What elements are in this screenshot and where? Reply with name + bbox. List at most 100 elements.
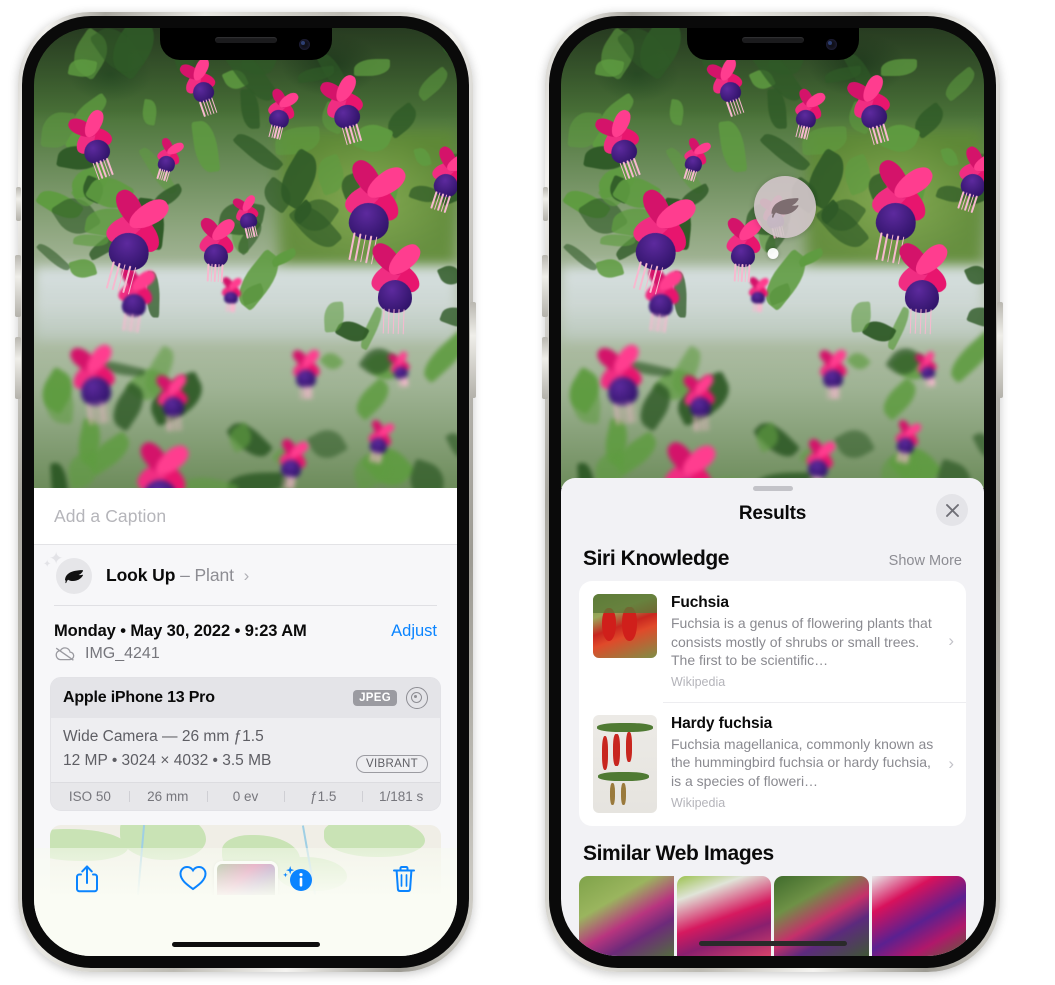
- leaf-icon: [771, 198, 799, 218]
- front-camera-icon: [298, 39, 310, 50]
- volume-up-button-right[interactable]: [542, 255, 548, 317]
- photo-fuchsia-flower: [289, 347, 324, 401]
- knowledge-thumbnail: [593, 714, 657, 813]
- photo-fuchsia-flower: [387, 350, 416, 390]
- photo-viewer-left[interactable]: [34, 28, 457, 488]
- flower-stamen: [832, 385, 835, 400]
- icloud-slash-icon: [55, 647, 75, 661]
- flower-stamen: [744, 264, 747, 282]
- photo-leaf: [436, 261, 457, 288]
- photo-filename: IMG_4241: [85, 645, 160, 662]
- share-icon: [75, 865, 98, 893]
- photo-leaf: [965, 303, 984, 333]
- show-more-button[interactable]: Show More: [889, 553, 962, 569]
- siri-knowledge-title: Siri Knowledge: [583, 547, 730, 570]
- power-button-left[interactable]: [470, 302, 476, 398]
- flower-stamen: [397, 308, 400, 334]
- knowledge-body: Hardy fuchsia Fuchsia magellanica, common…: [671, 715, 952, 813]
- photo-fuchsia-flower: [65, 340, 127, 429]
- flower-stamen: [623, 402, 628, 424]
- flower-stamen: [206, 263, 210, 282]
- flower-corolla: [904, 279, 940, 314]
- notch-right: [686, 28, 859, 60]
- knowledge-row[interactable]: Hardy fuchsia Fuchsia magellanica, common…: [579, 701, 966, 826]
- exif-device-name: Apple iPhone 13 Pro: [63, 689, 215, 706]
- flower-stamen: [173, 414, 176, 431]
- photo-fuchsia-flower: [177, 55, 230, 122]
- flower-stamen: [382, 308, 385, 334]
- favorite-button[interactable]: [140, 864, 246, 892]
- volume-down-button-right[interactable]: [542, 337, 548, 399]
- siri-knowledge-header: Siri Knowledge Show More: [561, 537, 984, 581]
- look-up-row[interactable]: ✦ ✦ Look Up – Plant ›: [34, 545, 457, 605]
- home-indicator[interactable]: [698, 941, 847, 946]
- power-button-right[interactable]: [997, 302, 1003, 398]
- photo-leaf: [354, 58, 391, 77]
- exif-stat-1: 26 mm: [128, 789, 207, 804]
- flower-stamen: [737, 263, 740, 282]
- photo-toolbar: [34, 848, 457, 956]
- exif-card[interactable]: Apple iPhone 13 Pro JPEG Wide Camera — 2…: [50, 677, 441, 812]
- caption-row[interactable]: Add a Caption: [34, 488, 457, 545]
- photo-leaf: [455, 372, 457, 435]
- flower-stamen: [694, 415, 697, 431]
- photo-leaf: [562, 240, 599, 275]
- web-image-thumbnail[interactable]: [871, 875, 966, 956]
- look-up-text: Look Up: [106, 564, 176, 585]
- flower-stamen: [310, 385, 313, 400]
- photo-leaf: [349, 376, 395, 421]
- info-button[interactable]: [246, 864, 352, 894]
- volume-down-button-left[interactable]: [15, 337, 21, 399]
- volume-up-button-left[interactable]: [15, 255, 21, 317]
- adjust-button[interactable]: Adjust: [391, 622, 437, 641]
- photo-leaf: [940, 66, 980, 102]
- home-indicator[interactable]: [171, 942, 320, 947]
- photo-leaf: [971, 430, 984, 463]
- iphone-left: Add a Caption ✦ ✦ Look Up – Plant › Mond…: [15, 12, 476, 972]
- knowledge-row[interactable]: Fuchsia Fuchsia is a genus of flowering p…: [579, 581, 966, 702]
- photo-leaf: [666, 98, 686, 126]
- info-sparkle-icon: [283, 866, 313, 891]
- flower-stamen: [835, 385, 837, 400]
- photo-leaf: [963, 261, 984, 288]
- photo-leaf: [319, 349, 344, 374]
- photo-fuchsia-flowers: [34, 28, 457, 488]
- photo-leaf: [139, 98, 159, 126]
- flower-stamen: [136, 314, 141, 333]
- photo-fuchsia-flower: [147, 136, 186, 186]
- photo-fuchsia-flower: [816, 347, 851, 401]
- photo-date: Monday • May 30, 2022 • 9:23 AM: [54, 622, 307, 640]
- look-up-icon-group: ✦ ✦: [43, 550, 92, 594]
- knowledge-body: Fuchsia Fuchsia is a genus of flowering p…: [671, 594, 952, 689]
- photo-leaf: [438, 303, 457, 333]
- exif-stat-3: ƒ1.5: [284, 789, 362, 804]
- photo-leaf: [833, 423, 876, 464]
- photo-fuchsia-flower: [125, 438, 195, 488]
- flower-stamen: [909, 308, 912, 334]
- silent-switch-left[interactable]: [16, 187, 21, 221]
- photo-leaf: [306, 423, 349, 464]
- similar-web-images-title: Similar Web Images: [583, 841, 774, 865]
- close-icon: [945, 503, 959, 517]
- delete-button[interactable]: [351, 864, 457, 894]
- flower-stamen: [91, 402, 97, 425]
- silent-switch-right[interactable]: [543, 187, 548, 221]
- photo-fuchsia-flower: [218, 275, 245, 314]
- exif-detail-rows: Wide Camera — 26 mm ƒ1.5 12 MP • 3024 × …: [51, 718, 440, 783]
- leaf-icon: [65, 570, 84, 584]
- flower-stamen: [924, 308, 927, 334]
- photo-leaf: [436, 28, 457, 57]
- results-header: Results: [561, 491, 984, 537]
- flower-stamen: [96, 402, 101, 424]
- visual-look-up-badge[interactable]: [754, 176, 816, 238]
- close-button[interactable]: [936, 494, 968, 526]
- notch-left: [159, 28, 332, 60]
- flower-stamen: [87, 403, 92, 425]
- share-button[interactable]: [34, 864, 140, 894]
- caption-input[interactable]: Add a Caption: [54, 506, 166, 527]
- chevron-right-icon: ›: [243, 565, 250, 585]
- flower-stamen: [760, 302, 763, 313]
- flower-stamen: [305, 385, 308, 400]
- web-image-thumbnail[interactable]: [579, 875, 674, 956]
- knowledge-source: Wikipedia: [671, 674, 726, 689]
